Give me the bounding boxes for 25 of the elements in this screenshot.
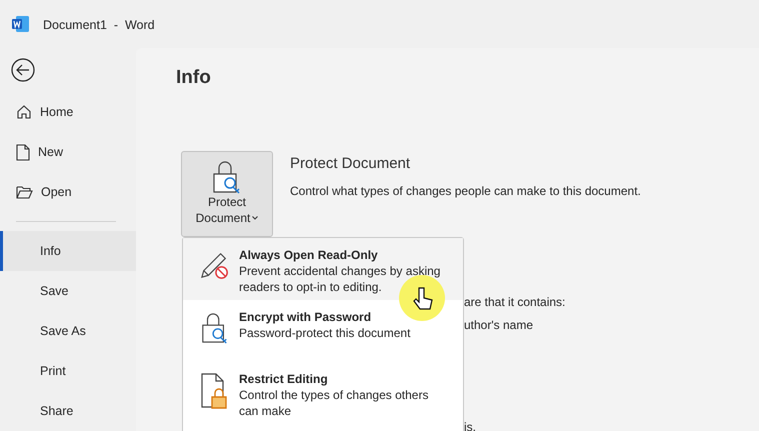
sidebar-item[interactable]: New: [0, 132, 136, 172]
back-icon[interactable]: [11, 58, 35, 82]
caret-icon: [252, 216, 258, 220]
folder-icon: [16, 185, 33, 199]
page-title: Info: [176, 68, 212, 88]
menu-item[interactable]: Restrict Editing Control the types of changes others can make: [183, 362, 463, 424]
sidebar-item[interactable]: Print: [0, 351, 136, 391]
sidebar-item[interactable]: Share: [0, 391, 136, 431]
sidebar-item[interactable]: Home: [0, 92, 136, 132]
sidebar-item[interactable]: Save: [0, 271, 136, 311]
info-text: are that it contains:: [464, 294, 566, 311]
protect-document-button[interactable]: Protect Document: [181, 151, 273, 237]
sidebar-item[interactable]: Info: [0, 231, 136, 271]
menu-item[interactable]: Encrypt with Password Password-protect this document: [183, 300, 463, 362]
window-title: Document1 - Word: [43, 17, 155, 34]
home-icon: [16, 104, 32, 120]
sidebar-item[interactable]: Save As: [0, 311, 136, 351]
info-text: is.: [464, 419, 477, 431]
section-description: Control what types of changes people can make to this document.: [290, 182, 641, 200]
info-text: uthor's name: [464, 317, 534, 334]
section-heading: Protect Document: [290, 154, 412, 174]
sidebar-item[interactable]: Open: [0, 172, 136, 212]
word-logo-icon: [12, 16, 29, 32]
menu-item[interactable]: Always Open Read-Only Prevent accidental changes by asking readers to opt-in to editing.: [183, 238, 463, 300]
document-icon: [16, 144, 30, 160]
